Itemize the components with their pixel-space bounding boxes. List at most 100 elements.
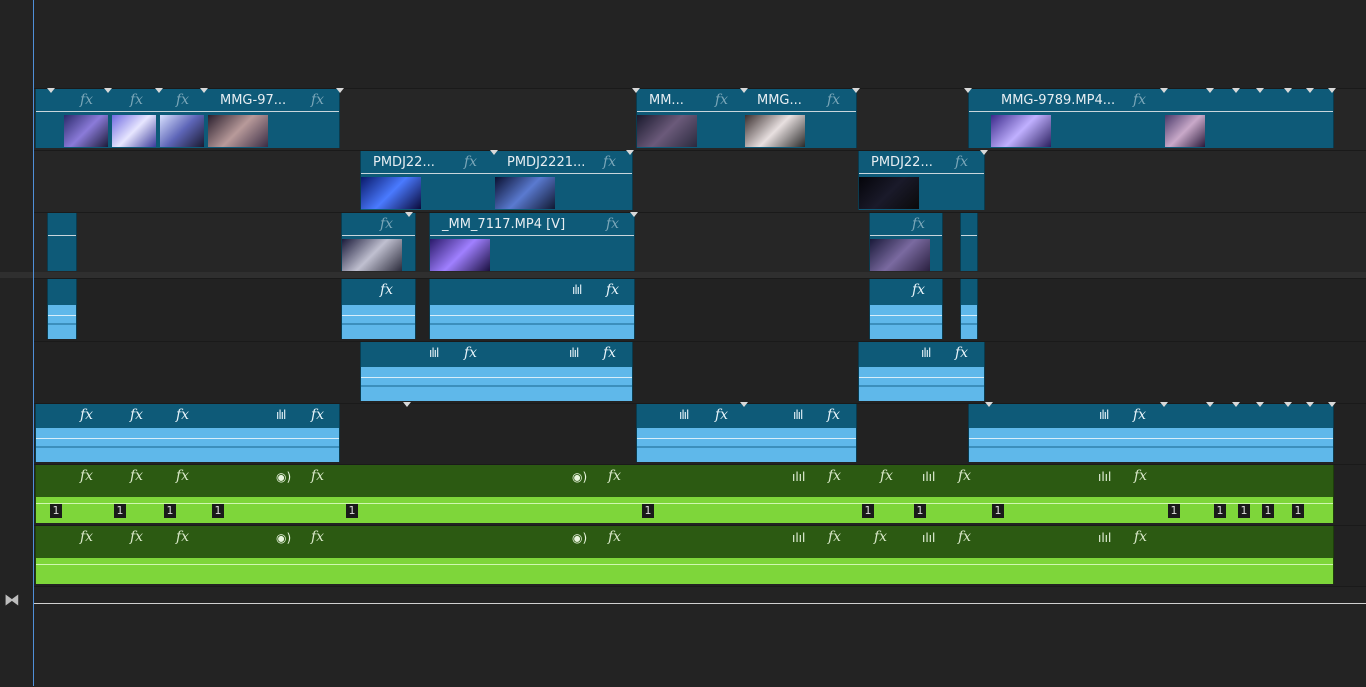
fx-badge-icon[interactable]: fx: [80, 407, 93, 423]
audio-clip-a2-a[interactable]: ılıl fx ılıl fx: [360, 342, 633, 401]
edit-point-marker[interactable]: [1328, 88, 1336, 93]
clip-v1-c[interactable]: _MM_7117.MP4 [V] fx: [429, 213, 635, 271]
zoom-toggle-icon[interactable]: ⧓: [4, 590, 20, 609]
edit-point-marker[interactable]: [1232, 88, 1240, 93]
fx-badge-icon[interactable]: fx: [608, 529, 621, 545]
edit-point-marker[interactable]: [852, 88, 860, 93]
fx-badge-icon[interactable]: fx: [880, 468, 893, 484]
fx-badge-icon[interactable]: fx: [828, 529, 841, 545]
edit-point-marker[interactable]: [405, 212, 413, 217]
edit-point-marker[interactable]: [1206, 88, 1214, 93]
edit-point-marker[interactable]: [1256, 88, 1264, 93]
edit-point-marker[interactable]: [1232, 402, 1240, 407]
clip-v1-d[interactable]: fx: [869, 213, 943, 271]
fx-badge-icon[interactable]: fx: [715, 92, 728, 108]
fx-badge-icon[interactable]: fx: [958, 468, 971, 484]
fx-badge-icon[interactable]: fx: [608, 468, 621, 484]
edit-point-marker[interactable]: [630, 212, 638, 217]
track-a2[interactable]: [34, 341, 1366, 403]
fx-badge-icon[interactable]: fx: [130, 407, 143, 423]
edit-point-marker[interactable]: [403, 402, 411, 407]
fx-badge-icon[interactable]: fx: [955, 154, 968, 170]
fx-badge-icon[interactable]: fx: [715, 407, 728, 423]
fx-badge-icon[interactable]: fx: [1134, 468, 1147, 484]
fx-badge-icon[interactable]: fx: [603, 345, 616, 361]
audio-clip-a1-b[interactable]: fx: [341, 279, 416, 339]
fx-badge-icon[interactable]: fx: [80, 529, 93, 545]
fx-badge-icon[interactable]: fx: [912, 216, 925, 232]
audio-clip-a1-c[interactable]: ılıl fx: [429, 279, 635, 339]
track-v2[interactable]: [34, 150, 1366, 212]
fx-badge-icon[interactable]: fx: [828, 468, 841, 484]
fx-badge-icon[interactable]: fx: [827, 92, 840, 108]
audio-clip-a4[interactable]: fx fx fx ◉) fx ◉) fx ılıl fx fx ılıl fx …: [35, 465, 1334, 523]
clip-v3-group-1[interactable]: fx fx fx MMG-97... fx: [35, 89, 340, 148]
edit-point-marker[interactable]: [1328, 402, 1336, 407]
fx-badge-icon[interactable]: fx: [958, 529, 971, 545]
edit-point-marker[interactable]: [1256, 402, 1264, 407]
edit-point-marker[interactable]: [155, 88, 163, 93]
edit-point-marker[interactable]: [626, 150, 634, 155]
empty-track-area[interactable]: [34, 586, 1366, 687]
audio-clip-a1-d[interactable]: fx: [869, 279, 943, 339]
edit-point-marker[interactable]: [1306, 402, 1314, 407]
fx-badge-icon[interactable]: fx: [311, 92, 324, 108]
edit-point-marker[interactable]: [964, 88, 972, 93]
playhead[interactable]: [33, 0, 34, 686]
audio-clip-a3-c[interactable]: ılıl fx: [968, 404, 1334, 462]
fx-badge-icon[interactable]: fx: [464, 345, 477, 361]
fx-badge-icon[interactable]: fx: [311, 468, 324, 484]
fx-badge-icon[interactable]: fx: [912, 282, 925, 298]
audio-clip-a3-a[interactable]: fx fx fx ılıl fx: [35, 404, 340, 462]
fx-badge-icon[interactable]: fx: [176, 92, 189, 108]
track-a1[interactable]: [34, 278, 1366, 341]
edit-point-marker[interactable]: [980, 150, 988, 155]
clip-v1-b[interactable]: fx: [341, 213, 416, 271]
fx-badge-icon[interactable]: fx: [827, 407, 840, 423]
clip-v1-a[interactable]: [47, 213, 77, 271]
fx-badge-icon[interactable]: fx: [955, 345, 968, 361]
fx-badge-icon[interactable]: fx: [130, 92, 143, 108]
fx-badge-icon[interactable]: fx: [380, 216, 393, 232]
fx-badge-icon[interactable]: fx: [80, 92, 93, 108]
timeline-ruler-area[interactable]: [0, 0, 1366, 88]
edit-point-marker[interactable]: [490, 150, 498, 155]
fx-badge-icon[interactable]: fx: [1133, 92, 1146, 108]
edit-point-marker[interactable]: [200, 88, 208, 93]
fx-badge-icon[interactable]: fx: [603, 154, 616, 170]
fx-badge-icon[interactable]: fx: [1133, 407, 1146, 423]
fx-badge-icon[interactable]: fx: [176, 407, 189, 423]
fx-badge-icon[interactable]: fx: [176, 468, 189, 484]
fx-badge-icon[interactable]: fx: [380, 282, 393, 298]
edit-point-marker[interactable]: [1284, 402, 1292, 407]
fx-badge-icon[interactable]: fx: [1134, 529, 1147, 545]
clip-v2-group-1[interactable]: PMDJ22... fx PMDJ2221... fx: [360, 151, 633, 210]
audio-clip-a5[interactable]: fx fx fx ◉) fx ◉) fx ılıl fx fx ılıl fx …: [35, 526, 1334, 584]
audio-clip-a3-b[interactable]: ılıl fx ılıl fx: [636, 404, 857, 462]
edit-point-marker[interactable]: [336, 88, 344, 93]
audio-clip-a1-e[interactable]: [960, 279, 978, 339]
clip-v3-group-3[interactable]: MMG-9789.MP4... fx: [968, 89, 1334, 148]
edit-point-marker[interactable]: [985, 402, 993, 407]
edit-point-marker[interactable]: [104, 88, 112, 93]
fx-badge-icon[interactable]: fx: [311, 407, 324, 423]
edit-point-marker[interactable]: [1160, 402, 1168, 407]
fx-badge-icon[interactable]: fx: [80, 468, 93, 484]
timeline-panel[interactable]: fx fx fx MMG-97... fx MM... fx MMG... fx…: [0, 0, 1366, 687]
clip-v3-group-2[interactable]: MM... fx MMG... fx: [636, 89, 857, 148]
audio-clip-a2-b[interactable]: ılıl fx: [858, 342, 985, 401]
edit-point-marker[interactable]: [1206, 402, 1214, 407]
audio-clip-a1-a[interactable]: [47, 279, 77, 339]
edit-point-marker[interactable]: [1306, 88, 1314, 93]
clip-v1-e[interactable]: [960, 213, 978, 271]
fx-badge-icon[interactable]: fx: [130, 529, 143, 545]
edit-point-marker[interactable]: [1284, 88, 1292, 93]
edit-point-marker[interactable]: [740, 88, 748, 93]
fx-badge-icon[interactable]: fx: [464, 154, 477, 170]
fx-badge-icon[interactable]: fx: [311, 529, 324, 545]
fx-badge-icon[interactable]: fx: [874, 529, 887, 545]
edit-point-marker[interactable]: [1160, 88, 1168, 93]
edit-point-marker[interactable]: [740, 402, 748, 407]
track-v1[interactable]: [34, 212, 1366, 273]
clip-v2-group-2[interactable]: PMDJ22... fx: [858, 151, 985, 210]
